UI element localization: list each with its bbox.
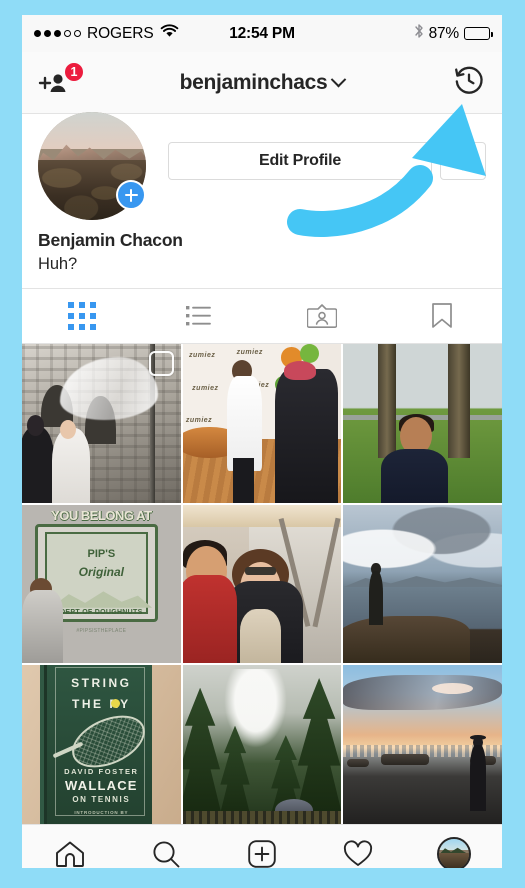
signal-dot-empty [64, 30, 71, 37]
nav-right [452, 63, 486, 102]
book-author-first: DAVID FOSTER [64, 766, 139, 776]
status-bar-right: 87% [414, 23, 493, 44]
battery-percent-label: 87% [428, 24, 460, 42]
book-title-line-1: STRING [71, 676, 132, 691]
plus-square-icon [248, 840, 276, 868]
bottom-tab-home[interactable] [22, 840, 118, 868]
search-icon [153, 841, 180, 868]
book-title-line-2: THE RY [72, 697, 131, 712]
signal-dot-empty [74, 30, 81, 37]
cellular-signal-dots [34, 30, 81, 37]
chevron-down-icon [331, 71, 347, 88]
post-thumbnail-rocky-shore [343, 504, 502, 664]
post-grid: zumiez zumiez zumiez zumiez zumiez [22, 344, 502, 825]
avatar-sky [38, 112, 146, 149]
wifi-icon [160, 24, 179, 43]
avatar-container[interactable] [38, 112, 146, 220]
phone-screen: ROGERS 12:54 PM 87% 1 benjaminchacs Edit… [22, 15, 502, 868]
profile-username-title[interactable]: benjaminchacs [22, 71, 502, 95]
post-thumbnail-couple [182, 504, 342, 664]
signal-dot-filled [44, 30, 51, 37]
grid-post[interactable]: YOU BELONG AT PIP'S Original DEPT OF DOU… [22, 504, 181, 664]
grid-post[interactable] [182, 665, 342, 825]
mural-line-2: PIP'S [87, 547, 116, 560]
notification-badge: 1 [64, 61, 84, 82]
grid-post[interactable]: STRING THE RY DAVID FOSTER WALLACE ON TE… [22, 665, 181, 825]
bottom-tab-profile[interactable] [406, 837, 502, 868]
profile-header: Edit Profile Benjamin Chacon Huh? [22, 112, 502, 288]
profile-bio: Huh? [38, 255, 78, 273]
carousel-indicator-icon [148, 351, 174, 376]
username-label: benjaminchacs [179, 70, 328, 94]
gear-icon [453, 151, 473, 171]
history-clock-icon [455, 66, 483, 94]
bluetooth-icon [414, 23, 424, 44]
bottom-tab-search[interactable] [118, 839, 214, 868]
profile-avatar-icon [437, 837, 471, 868]
profile-top-row: Edit Profile [38, 112, 486, 220]
signal-dot-filled [34, 30, 41, 37]
tab-tagged[interactable] [262, 289, 382, 343]
archive-button[interactable] [452, 63, 486, 102]
edit-profile-button[interactable]: Edit Profile [168, 142, 432, 180]
status-bar-left: ROGERS [34, 24, 179, 43]
grid-post[interactable] [22, 344, 181, 503]
profile-action-buttons: Edit Profile [146, 124, 486, 180]
home-icon [56, 841, 84, 867]
signal-dot-filled [54, 30, 61, 37]
mural-line-3: Original [78, 564, 124, 579]
post-thumbnail-string-theory-book: STRING THE RY DAVID FOSTER WALLACE ON TE… [22, 665, 181, 825]
mural-line-1: YOU BELONG AT [51, 507, 152, 523]
post-thumbnail-pips-mural: YOU BELONG AT PIP'S Original DEPT OF DOU… [22, 504, 181, 664]
add-story-plus-icon[interactable] [116, 180, 146, 210]
status-bar: ROGERS 12:54 PM 87% [22, 15, 502, 52]
post-thumbnail-park-portrait [343, 344, 502, 503]
book-intro-line: INTRODUCTION BY [74, 809, 129, 815]
list-icon [186, 306, 211, 326]
photos-of-you-icon [307, 304, 337, 328]
zumiez-logo-text: zumiez [236, 348, 263, 356]
book-author-last: WALLACE [64, 778, 138, 793]
bottom-tab-bar [22, 824, 502, 868]
bottom-tab-activity[interactable] [310, 840, 406, 868]
page-root: ROGERS 12:54 PM 87% 1 benjaminchacs Edit… [0, 0, 525, 888]
tab-grid[interactable] [22, 289, 142, 343]
post-thumbnail-zumiez-event: zumiez zumiez zumiez zumiez zumiez [182, 344, 342, 503]
bottom-tab-add-post[interactable] [214, 840, 310, 868]
grid-post[interactable] [182, 504, 342, 664]
book-subtitle: ON TENNIS [72, 795, 131, 805]
post-thumbnail-misty-forest [182, 665, 342, 825]
grid-post[interactable] [343, 665, 502, 825]
tab-list[interactable] [142, 289, 262, 343]
zumiez-logo-text: zumiez [185, 416, 213, 424]
bookmark-icon [432, 303, 452, 328]
post-thumbnail-beach-sunset [343, 665, 502, 825]
tab-saved[interactable] [382, 289, 502, 343]
grid-post[interactable]: zumiez zumiez zumiez zumiez zumiez [182, 344, 342, 503]
heart-icon [343, 840, 373, 866]
grid-post[interactable] [343, 504, 502, 664]
carrier-label: ROGERS [87, 24, 154, 42]
zumiez-logo-text: zumiez [192, 385, 219, 393]
battery-icon [464, 27, 493, 40]
grid-post[interactable] [343, 344, 502, 503]
settings-button[interactable] [440, 142, 486, 180]
navigation-bar: 1 benjaminchacs [22, 52, 502, 114]
discover-people-button[interactable]: 1 [38, 61, 84, 100]
profile-tab-bar [22, 288, 502, 344]
profile-full-name: Benjamin Chacon [38, 230, 183, 250]
grid-icon [68, 302, 96, 330]
zumiez-logo-text: zumiez [189, 351, 216, 359]
nav-left: 1 [38, 61, 84, 100]
